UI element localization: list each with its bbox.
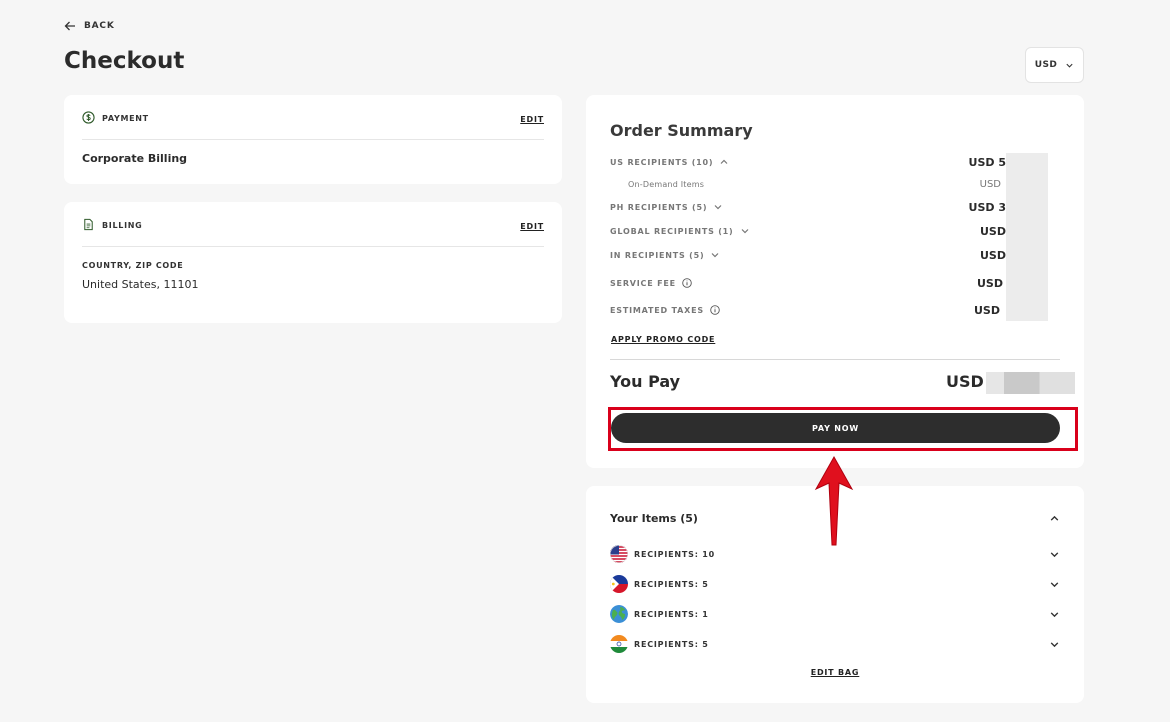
redacted-amounts [1006, 153, 1048, 321]
chevron-down-icon [711, 253, 719, 258]
summary-divider [610, 359, 1060, 360]
billing-edit-link[interactable]: EDIT [520, 222, 544, 231]
summary-row-on-demand: On-Demand Items USD [610, 179, 1066, 190]
billing-label: BILLING [102, 221, 143, 230]
summary-row-global[interactable]: GLOBAL RECIPIENTS (1) USD [610, 224, 1066, 238]
info-icon[interactable] [682, 278, 692, 288]
order-summary-card: Order Summary US RECIPIENTS (10) USD 5 O… [586, 95, 1084, 468]
payment-label: PAYMENT [102, 114, 149, 123]
dollar-circle-icon [82, 111, 95, 124]
chevron-down-icon [714, 205, 722, 210]
us-flag-icon [610, 545, 628, 563]
summary-row-us[interactable]: US RECIPIENTS (10) USD 5 [610, 155, 1066, 169]
summary-amount-global: USD [980, 224, 1006, 238]
arrow-left-icon [64, 21, 75, 31]
document-icon [84, 218, 93, 231]
payment-card: PAYMENT EDIT Corporate Billing [64, 95, 562, 184]
chevron-down-icon[interactable] [1049, 639, 1060, 650]
currency-value: USD [1034, 60, 1058, 70]
billing-card: BILLING EDIT COUNTRY, ZIP CODE United St… [64, 202, 562, 323]
list-item[interactable]: RECIPIENTS: 5 [610, 634, 1060, 654]
red-arrow-annotation-icon [814, 455, 854, 546]
your-items-title: Your Items (5) [610, 512, 698, 525]
payment-method-value: Corporate Billing [82, 152, 188, 165]
item-label: RECIPIENTS: 5 [634, 579, 709, 589]
order-summary-title: Order Summary [610, 121, 753, 140]
chevron-down-icon[interactable] [1049, 609, 1060, 620]
summary-row-in[interactable]: IN RECIPIENTS (5) USD [610, 248, 1066, 262]
chevron-down-icon [1066, 63, 1073, 68]
currency-select[interactable]: USD [1025, 47, 1084, 83]
apply-promo-code-link[interactable]: APPLY PROMO CODE [611, 335, 715, 344]
item-label: RECIPIENTS: 10 [634, 549, 716, 559]
summary-amount-on-demand: USD [979, 179, 1001, 190]
you-pay-currency: USD [946, 372, 984, 391]
chevron-down-icon[interactable] [1049, 549, 1060, 560]
summary-amount-us: USD 5 [968, 155, 1006, 169]
chevron-down-icon [741, 229, 748, 234]
summary-amount-in: USD [980, 248, 1006, 262]
summary-sub-label: On-Demand Items [628, 180, 705, 189]
chevron-up-icon[interactable] [1049, 513, 1060, 524]
info-icon[interactable] [710, 305, 720, 315]
summary-row-ph[interactable]: PH RECIPIENTS (5) USD 3 [610, 200, 1066, 214]
pay-now-button[interactable]: PAY NOW [611, 413, 1060, 443]
list-item[interactable]: RECIPIENTS: 1 [610, 604, 1060, 624]
summary-row-taxes: ESTIMATED TAXES USD [610, 303, 1000, 317]
summary-row-service-fee: SERVICE FEE USD [610, 276, 1003, 290]
in-flag-icon [610, 635, 628, 653]
item-label: RECIPIENTS: 5 [634, 639, 709, 649]
billing-address-value: United States, 11101 [82, 278, 199, 291]
summary-amount-taxes: USD [974, 303, 1000, 317]
back-label: BACK [84, 21, 115, 31]
item-label: RECIPIENTS: 1 [634, 609, 709, 619]
list-item[interactable]: RECIPIENTS: 5 [610, 574, 1060, 594]
list-item[interactable]: RECIPIENTS: 10 [610, 544, 1060, 564]
chevron-up-icon [720, 159, 728, 164]
summary-amount-service-fee: USD [977, 276, 1003, 290]
summary-amount-ph: USD 3 [968, 200, 1006, 214]
payment-edit-link[interactable]: EDIT [520, 115, 544, 124]
chevron-down-icon[interactable] [1049, 579, 1060, 590]
payment-header: PAYMENT EDIT [82, 111, 544, 140]
page-title: Checkout [64, 48, 185, 74]
ph-flag-icon [610, 575, 628, 593]
back-link[interactable]: BACK [64, 20, 115, 32]
redacted-total [986, 372, 1075, 394]
globe-icon [610, 605, 628, 623]
edit-bag-link[interactable]: EDIT BAG [586, 668, 1084, 677]
billing-header: BILLING EDIT [82, 218, 544, 247]
billing-sub-label: COUNTRY, ZIP CODE [82, 261, 184, 270]
you-pay-label: You Pay [610, 372, 681, 391]
